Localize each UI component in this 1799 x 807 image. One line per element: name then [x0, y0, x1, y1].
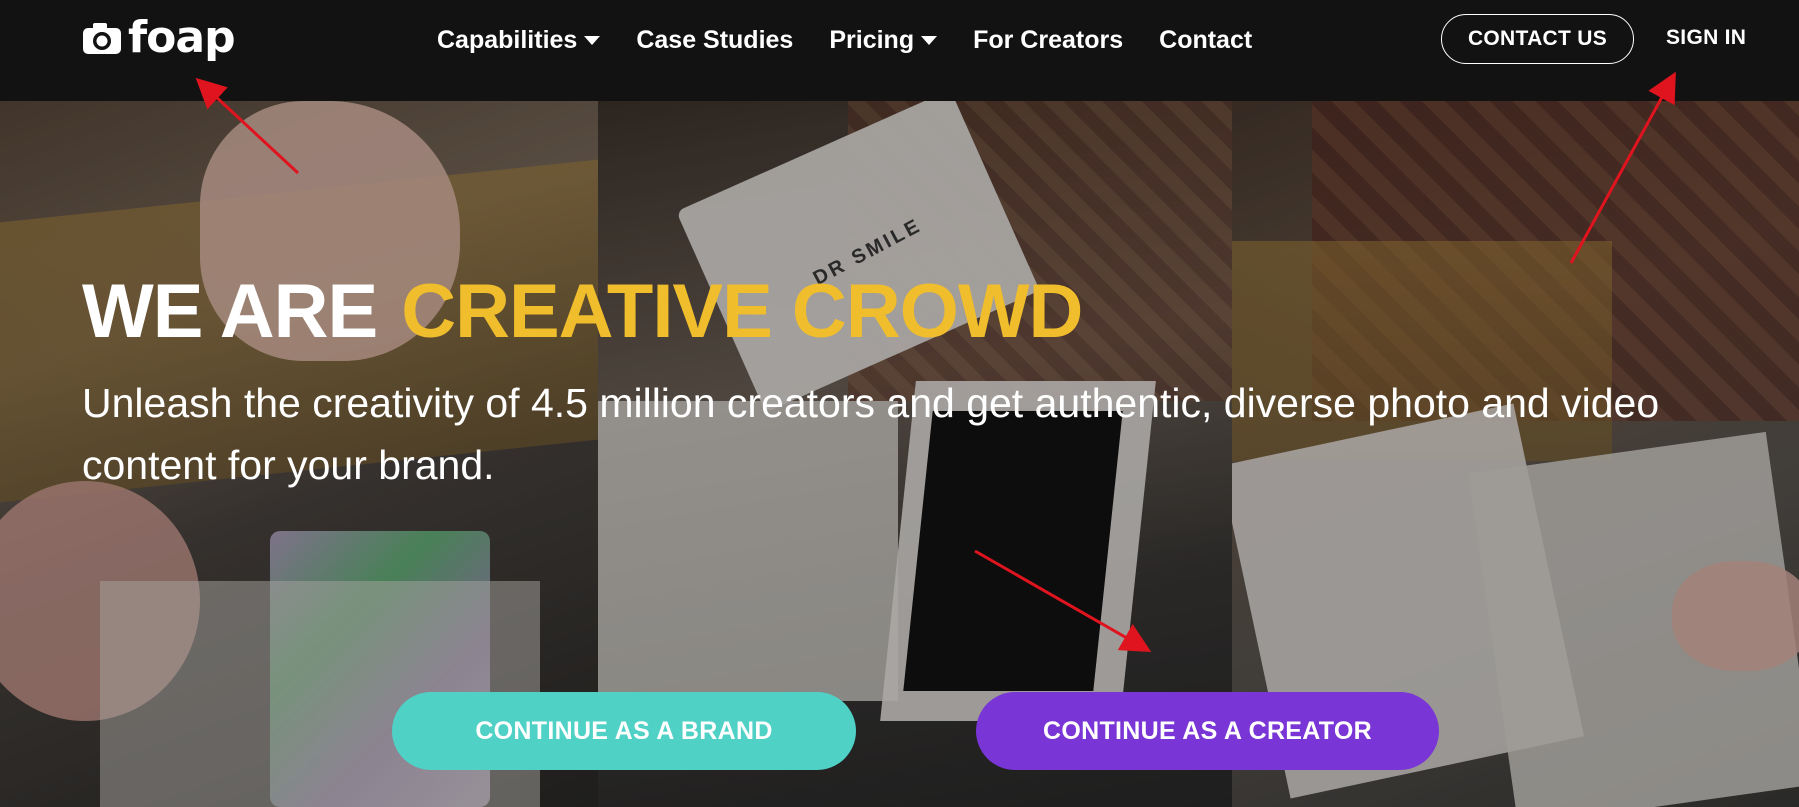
- top-navbar: foap Capabilities Case Studies Pricing F…: [0, 0, 1799, 101]
- foap-logo[interactable]: foap: [82, 12, 236, 63]
- nav-case-studies-label: Case Studies: [636, 25, 794, 54]
- nav-for-creators[interactable]: For Creators: [973, 26, 1123, 55]
- nav-pricing[interactable]: Pricing: [829, 25, 938, 55]
- main-nav: Capabilities Case Studies Pricing For Cr…: [437, 22, 1288, 58]
- nav-contact-label: Contact: [1159, 25, 1253, 54]
- nav-for-creators-label: For Creators: [973, 25, 1124, 54]
- camera-icon: [83, 23, 121, 54]
- nav-capabilities[interactable]: Capabilities: [437, 25, 601, 55]
- nav-capabilities-label: Capabilities: [437, 25, 578, 54]
- nav-case-studies[interactable]: Case Studies: [636, 26, 793, 55]
- chevron-down-icon: [921, 35, 938, 45]
- chevron-down-icon: [584, 35, 601, 45]
- headline-accent-text: CREATIVE CROWD: [401, 269, 1083, 354]
- headline-white-text: WE ARE: [82, 269, 378, 354]
- nav-pricing-label: Pricing: [829, 25, 915, 54]
- hero-headline: WE ARE CREATIVE CROWD: [82, 268, 1083, 355]
- logo-wordmark: foap: [128, 12, 236, 63]
- sign-in-link[interactable]: SIGN IN: [1666, 26, 1746, 50]
- continue-as-brand-button[interactable]: CONTINUE AS A BRAND: [392, 692, 856, 770]
- hero-subtitle: Unleash the creativity of 4.5 million cr…: [82, 380, 1660, 488]
- continue-as-creator-button[interactable]: CONTINUE AS A CREATOR: [976, 692, 1439, 770]
- nav-contact[interactable]: Contact: [1159, 26, 1252, 55]
- contact-us-button[interactable]: CONTACT US: [1441, 14, 1634, 64]
